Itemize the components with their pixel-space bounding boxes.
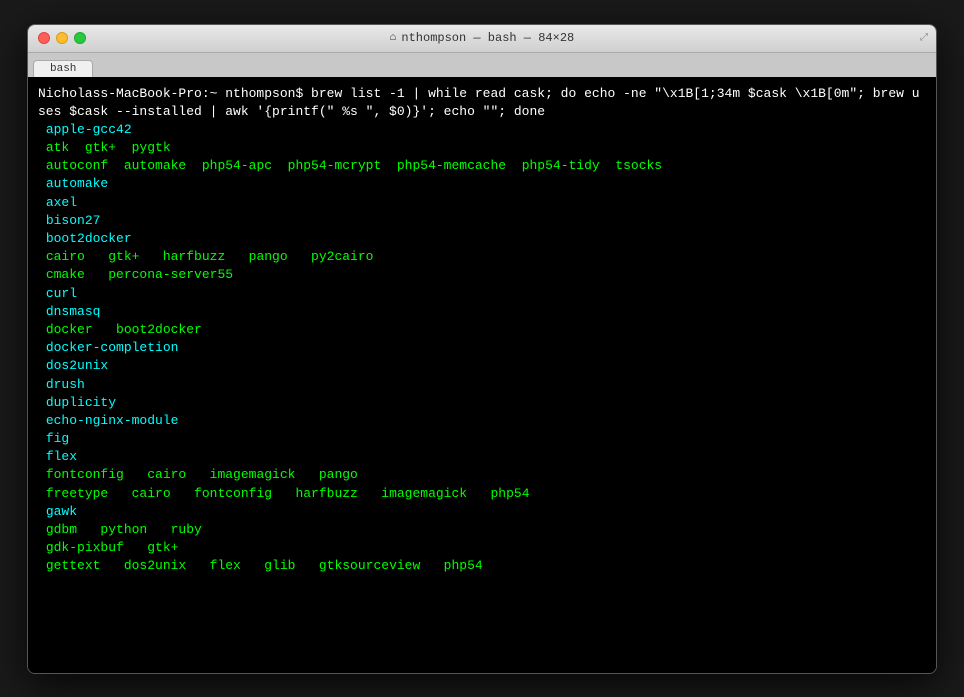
- terminal-line: cmake percona-server55: [38, 266, 926, 284]
- terminal-line: flex: [38, 448, 926, 466]
- traffic-lights: [38, 32, 86, 44]
- terminal-line: autoconf automake php54-apc php54-mcrypt…: [38, 157, 926, 175]
- terminal-line: duplicity: [38, 394, 926, 412]
- close-button[interactable]: [38, 32, 50, 44]
- terminal-line: curl: [38, 285, 926, 303]
- terminal-line: gdbm python ruby: [38, 521, 926, 539]
- terminal-line: dnsmasq: [38, 303, 926, 321]
- terminal-line: gdk-pixbuf gtk+: [38, 539, 926, 557]
- terminal-content[interactable]: Nicholass-MacBook-Pro:~ nthompson$ brew …: [28, 77, 936, 673]
- terminal-line: gettext dos2unix flex glib gtksourceview…: [38, 557, 926, 575]
- terminal-line: bison27: [38, 212, 926, 230]
- terminal-line: atk gtk+ pygtk: [38, 139, 926, 157]
- bash-tab[interactable]: bash: [33, 60, 93, 77]
- terminal-icon: ⌂: [390, 32, 397, 44]
- terminal-window: ⌂ nthompson — bash — 84×28 ⤢ bash Nichol…: [27, 24, 937, 674]
- terminal-line: docker boot2docker: [38, 321, 926, 339]
- terminal-line: gawk: [38, 503, 926, 521]
- terminal-line: boot2docker: [38, 230, 926, 248]
- terminal-line: dos2unix: [38, 357, 926, 375]
- terminal-line: axel: [38, 194, 926, 212]
- terminal-line: drush: [38, 376, 926, 394]
- resize-icon: ⤢: [920, 32, 928, 44]
- terminal-line: Nicholass-MacBook-Pro:~ nthompson$ brew …: [38, 85, 926, 121]
- minimize-button[interactable]: [56, 32, 68, 44]
- maximize-button[interactable]: [74, 32, 86, 44]
- terminal-line: automake: [38, 175, 926, 193]
- terminal-line: fontconfig cairo imagemagick pango: [38, 466, 926, 484]
- terminal-line: echo-nginx-module: [38, 412, 926, 430]
- terminal-line: apple-gcc42: [38, 121, 926, 139]
- title-bar: ⌂ nthompson — bash — 84×28 ⤢: [28, 25, 936, 53]
- terminal-line: fig: [38, 430, 926, 448]
- terminal-line: cairo gtk+ harfbuzz pango py2cairo: [38, 248, 926, 266]
- window-title: ⌂ nthompson — bash — 84×28: [390, 31, 574, 45]
- terminal-line: freetype cairo fontconfig harfbuzz image…: [38, 485, 926, 503]
- tab-bar: bash: [28, 53, 936, 77]
- terminal-line: docker-completion: [38, 339, 926, 357]
